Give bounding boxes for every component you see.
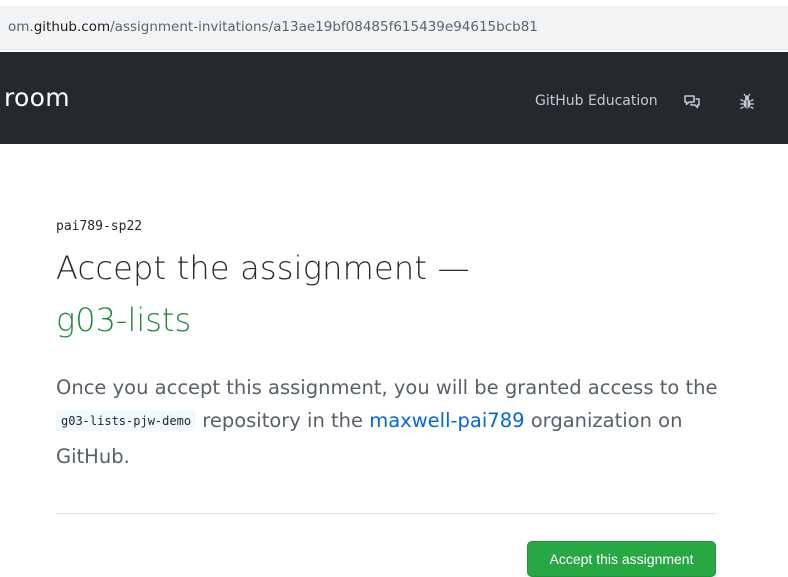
page-title: Accept the assignment —: [56, 249, 470, 287]
url-prefix: om.: [8, 19, 34, 35]
organization-link[interactable]: maxwell-pai789: [369, 409, 524, 432]
section-divider: [56, 513, 717, 514]
assignment-description: Once you accept this assignment, you wil…: [56, 371, 736, 473]
accept-assignment-button[interactable]: Accept this assignment: [527, 541, 716, 577]
address-bar[interactable]: om.github.com/assignment-invitations/a13…: [0, 6, 788, 50]
feedback-icon[interactable]: [683, 93, 701, 111]
description-text-1: Once you accept this assignment, you wil…: [56, 376, 718, 399]
bug-icon[interactable]: [738, 93, 756, 111]
organization-name: pai789-sp22: [56, 219, 143, 234]
description-text-2: repository in the: [196, 409, 370, 432]
url-host: github.com: [33, 19, 111, 35]
url-path: /assignment-invitations/a13ae19bf08485f6…: [110, 19, 538, 35]
url-text[interactable]: om.github.com/assignment-invitations/a13…: [8, 19, 538, 35]
top-navbar: room GitHub Education: [0, 52, 788, 144]
assignment-name: g03-lists: [56, 301, 192, 339]
repository-name: g03-lists-pjw-demo: [56, 411, 197, 431]
brand-logo-text[interactable]: room: [4, 83, 70, 112]
github-education-link[interactable]: GitHub Education: [535, 93, 658, 109]
